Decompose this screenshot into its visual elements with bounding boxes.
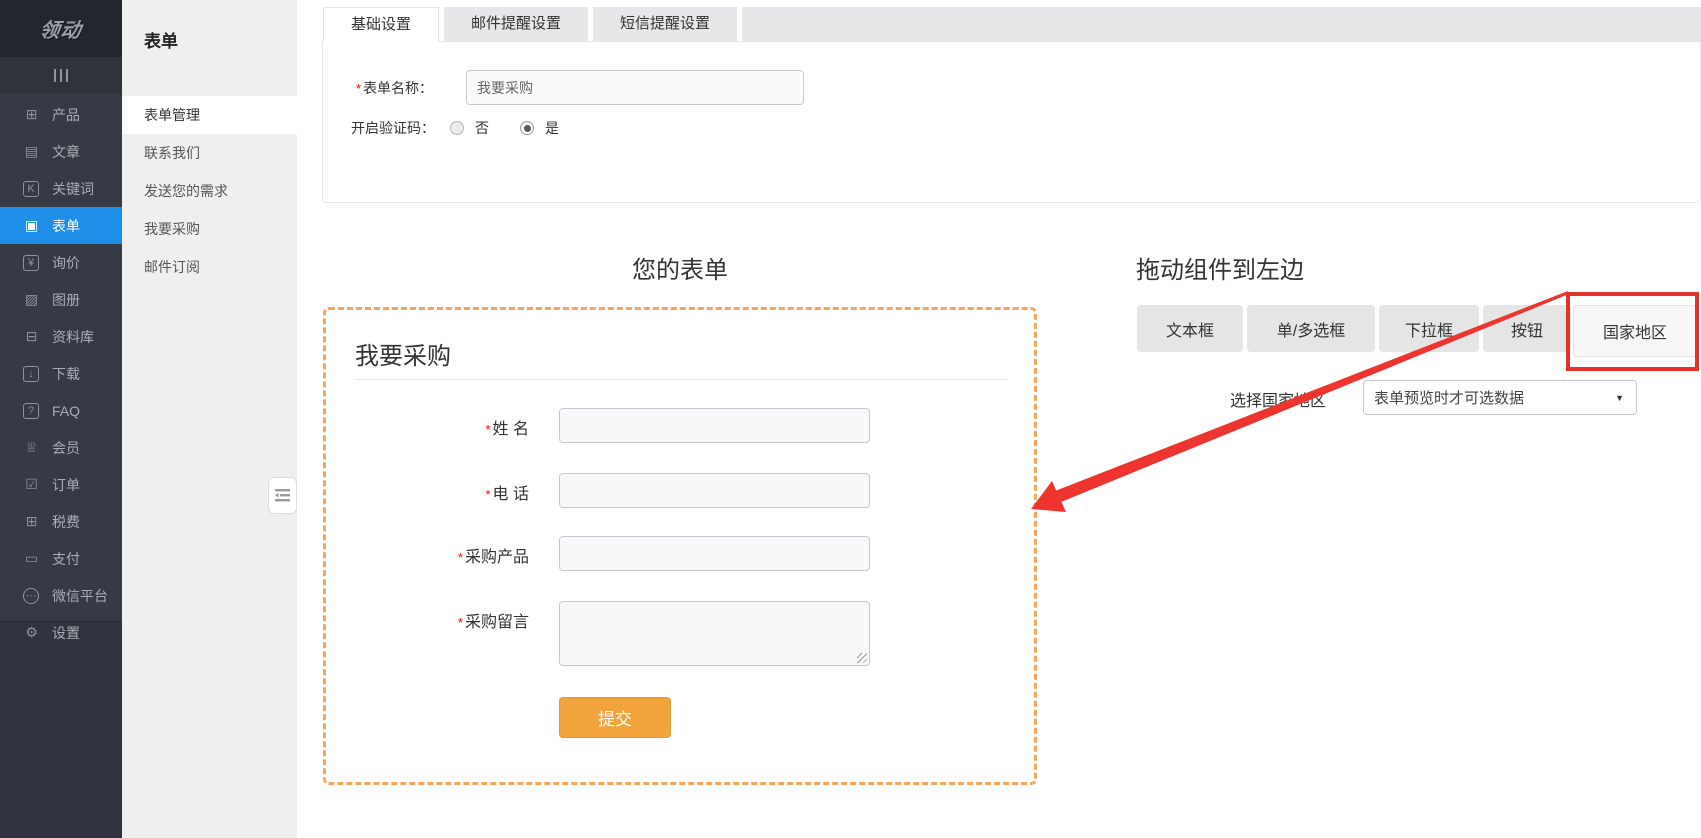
name-field-label: 姓 名 [493,421,529,438]
your-form-heading: 您的表单 [323,250,1037,285]
download-icon: ↓ [23,366,39,382]
sidebar-item-downloads[interactable]: ↓ 下载 [0,355,122,392]
component-button[interactable]: 按钮 [1483,305,1571,352]
field-row-message: *采购留言 [326,601,1034,666]
form-name-label: 表单名称： [363,78,433,98]
sidebar-item-settings[interactable]: ⚙ 设置 [0,614,122,651]
settings-tabbar: 基础设置 邮件提醒设置 短信提醒设置 [323,7,1701,42]
country-select-label: 选择国家地区 [1230,387,1326,411]
required-asterisk: * [356,81,361,96]
keyword-icon: K [23,181,39,197]
captcha-radio-no[interactable] [450,121,464,135]
required-asterisk: * [485,422,490,437]
products-grid-icon: ⊞ [22,106,41,123]
submenu-item-send-requirements[interactable]: 发送您的需求 [122,172,297,210]
captcha-radio-yes[interactable] [520,121,534,135]
collapse-bars-icon [54,69,56,82]
submenu-item-contact-us[interactable]: 联系我们 [122,134,297,172]
inquiry-yen-icon: ¥ [23,255,39,271]
phone-field-label: 电 话 [493,486,529,503]
product-field-input[interactable] [559,536,870,571]
field-row-phone: *电 话 [326,473,1034,508]
form-name-input[interactable] [466,70,804,105]
submenu-item-email-subscribe[interactable]: 邮件订阅 [122,248,297,286]
captcha-no-label: 否 [475,118,489,138]
payment-card-icon: ▭ [22,550,41,567]
country-select-value: 表单预览时才可选数据 [1374,387,1524,408]
component-checkbox[interactable]: 单/多选框 [1247,305,1375,352]
sidebar-item-articles[interactable]: ▤ 文章 [0,133,122,170]
form-name-row: * 表单名称： [356,78,433,98]
wechat-chat-icon: ⋯ [23,588,39,604]
faq-question-icon: ? [23,403,39,419]
tab-sms-reminder-settings[interactable]: 短信提醒设置 [593,7,737,41]
submit-button[interactable]: 提交 [559,697,671,738]
tab-basic-settings[interactable]: 基础设置 [323,7,439,42]
album-image-icon: ▨ [22,291,41,308]
component-dropdown[interactable]: 下拉框 [1379,305,1479,352]
logo-text: 领动 [38,14,84,43]
drag-components-heading: 拖动组件到左边 [1136,250,1304,285]
captcha-row: 开启验证码： 否 是 [351,118,559,138]
sidebar-bottom-shade [0,621,122,838]
captcha-yes-label: 是 [545,118,559,138]
component-country-region[interactable]: 国家地区 [1573,305,1697,357]
sidebar-item-orders[interactable]: ☑ 订单 [0,466,122,503]
message-field-textarea[interactable] [559,601,870,666]
sidebar-item-library[interactable]: ⊟ 资料库 [0,318,122,355]
member-crown-icon: ♕ [22,439,41,456]
tabbar-filler [742,7,1701,41]
field-row-product: *采购产品 [326,536,1034,571]
product-field-label: 采购产品 [465,549,529,566]
form-builder-app: 领动 ⊞ 产品 ▤ 文章 K 关键词 ▣ 表单 ¥ [0,0,1701,838]
tax-grid-icon: ⊞ [22,513,41,530]
phone-field-input[interactable] [559,473,870,508]
sidebar-item-keywords[interactable]: K 关键词 [0,170,122,207]
sidebar-item-forms[interactable]: ▣ 表单 [0,207,122,244]
preview-form-title: 我要采购 [355,336,451,371]
submenu-title: 表单 [122,0,297,52]
chevron-down-icon: ▼ [1615,393,1624,403]
article-icon: ▤ [22,143,41,160]
field-row-name: *姓 名 [326,408,1034,443]
textarea-resize-handle[interactable] [857,653,867,663]
library-archive-icon: ⊟ [22,328,41,345]
tab-email-reminder-settings[interactable]: 邮件提醒设置 [444,7,588,41]
primary-sidebar: 领动 ⊞ 产品 ▤ 文章 K 关键词 ▣ 表单 ¥ [0,0,122,838]
sidebar-item-tax[interactable]: ⊞ 税费 [0,503,122,540]
form-dropzone[interactable]: 我要采购 *姓 名 *电 话 *采购产品 *采购留言 提交 [323,307,1037,785]
sidebar-item-wechat[interactable]: ⋯ 微信平台 [0,577,122,614]
form-title-divider [355,379,1007,380]
component-textbox[interactable]: 文本框 [1137,305,1243,352]
basic-settings-panel: * 表单名称： 开启验证码： 否 是 [322,41,1701,203]
submenu-collapse-toggle[interactable] [268,477,297,514]
sidebar-collapse-button[interactable] [0,57,122,93]
logo[interactable]: 领动 [0,0,122,57]
captcha-label: 开启验证码： [351,118,435,138]
secondary-sidebar: 表单 表单管理 联系我们 发送您的需求 我要采购 邮件订阅 [122,0,297,838]
name-field-input[interactable] [559,408,870,443]
submenu-item-form-management[interactable]: 表单管理 [122,96,297,134]
required-asterisk: * [485,487,490,502]
message-field-label: 采购留言 [465,614,529,631]
required-asterisk: * [458,615,463,630]
sidebar-item-products[interactable]: ⊞ 产品 [0,96,122,133]
indent-left-icon [275,489,290,502]
required-asterisk: * [458,550,463,565]
sidebar-menu: ⊞ 产品 ▤ 文章 K 关键词 ▣ 表单 ¥ 询价 ▨ 图册 [0,96,122,651]
form-clipboard-icon: ▣ [22,217,41,234]
order-clipboard-check-icon: ☑ [22,476,41,493]
sidebar-item-members[interactable]: ♕ 会员 [0,429,122,466]
sidebar-item-inquiry[interactable]: ¥ 询价 [0,244,122,281]
gear-icon: ⚙ [22,624,41,641]
sidebar-item-albums[interactable]: ▨ 图册 [0,281,122,318]
submenu-item-purchase[interactable]: 我要采购 [122,210,297,248]
country-select-dropdown[interactable]: 表单预览时才可选数据 ▼ [1363,380,1637,415]
sidebar-item-payment[interactable]: ▭ 支付 [0,540,122,577]
sidebar-item-faq[interactable]: ? FAQ [0,392,122,429]
